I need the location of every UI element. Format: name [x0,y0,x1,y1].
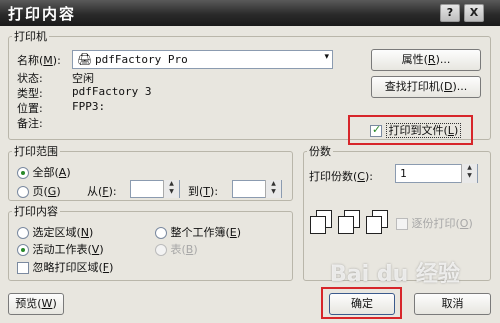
copies-spinner[interactable]: ▲ ▼ [461,164,477,183]
ignore-print-area-checkbox[interactable] [17,262,29,274]
window-title: 打印内容 [8,5,77,23]
close-button[interactable]: X [464,4,484,22]
collate-pages-icon [366,210,390,234]
content-table-option: 表(B) [155,241,198,257]
from-label: 从(F): [87,185,117,198]
content-active-radio[interactable] [17,244,29,256]
collate-pages-icon [310,210,334,234]
content-active-option[interactable]: 活动工作表(V) [17,241,104,257]
copies-count-field[interactable]: 1 ▲ ▼ [395,164,478,183]
print-content-label: 打印内容 [12,205,60,218]
print-to-file-checkbox[interactable]: 打印到文件(L) [370,122,462,138]
help-button[interactable]: ? [440,4,460,22]
properties-button[interactable]: 属性(R)... [371,49,481,71]
print-to-file-label: 打印到文件(L) [385,123,462,138]
printer-name-value: pdfFactory Pro [95,53,188,66]
printer-name-select[interactable]: 🖨 pdfFactory Pro ▾ [72,50,333,69]
find-printer-button[interactable]: 查找打印机(D)... [371,76,481,98]
chevron-down-icon: ▾ [324,52,329,62]
to-field[interactable]: ▲ ▼ [232,180,282,198]
printer-name-label: 名称(M): [17,54,61,67]
to-label: 到(T): [188,185,219,198]
location-value: FPP3: [72,100,106,113]
to-spinner[interactable]: ▲ ▼ [265,180,281,198]
copies-count-label: 打印份数(C): [309,170,373,183]
type-value: pdfFactory 3 [72,85,152,98]
content-selection-option[interactable]: 选定区域(N) [17,224,93,240]
content-table-radio [155,244,167,256]
location-label: 位置: [17,102,43,115]
from-field[interactable]: ▲ ▼ [130,180,180,198]
comment-label: 备注: [17,117,43,130]
content-selection-radio[interactable] [17,227,29,239]
range-all-radio[interactable] [17,167,29,179]
collate-option: 逐份打印(O) [396,215,473,231]
copies-label: 份数 [307,145,333,158]
preview-button[interactable]: 预览(W) [8,293,64,315]
content-workbook-radio[interactable] [155,227,167,239]
cancel-button[interactable]: 取消 [414,293,491,315]
printer-icon: 🖨 [77,52,93,66]
from-spinner[interactable]: ▲ ▼ [163,180,179,198]
printer-group-label: 打印机 [12,30,49,43]
content-workbook-option[interactable]: 整个工作簿(E) [155,224,241,240]
collate-checkbox [396,218,408,230]
status-value: 空闲 [72,72,94,85]
range-pages-option[interactable]: 页(G) [17,183,61,199]
range-all-option[interactable]: 全部(A) [17,164,71,180]
ignore-print-area-option[interactable]: 忽略打印区域(F) [17,259,113,275]
type-label: 类型: [17,87,43,100]
print-range-label: 打印范围 [12,145,60,158]
watermark: Bai du 经验 [330,262,460,287]
range-pages-radio[interactable] [17,186,29,198]
status-label: 状态: [17,72,43,85]
print-to-file-check[interactable] [370,123,382,137]
ok-button[interactable]: 确定 [329,293,395,315]
collate-pages-icon [338,210,362,234]
